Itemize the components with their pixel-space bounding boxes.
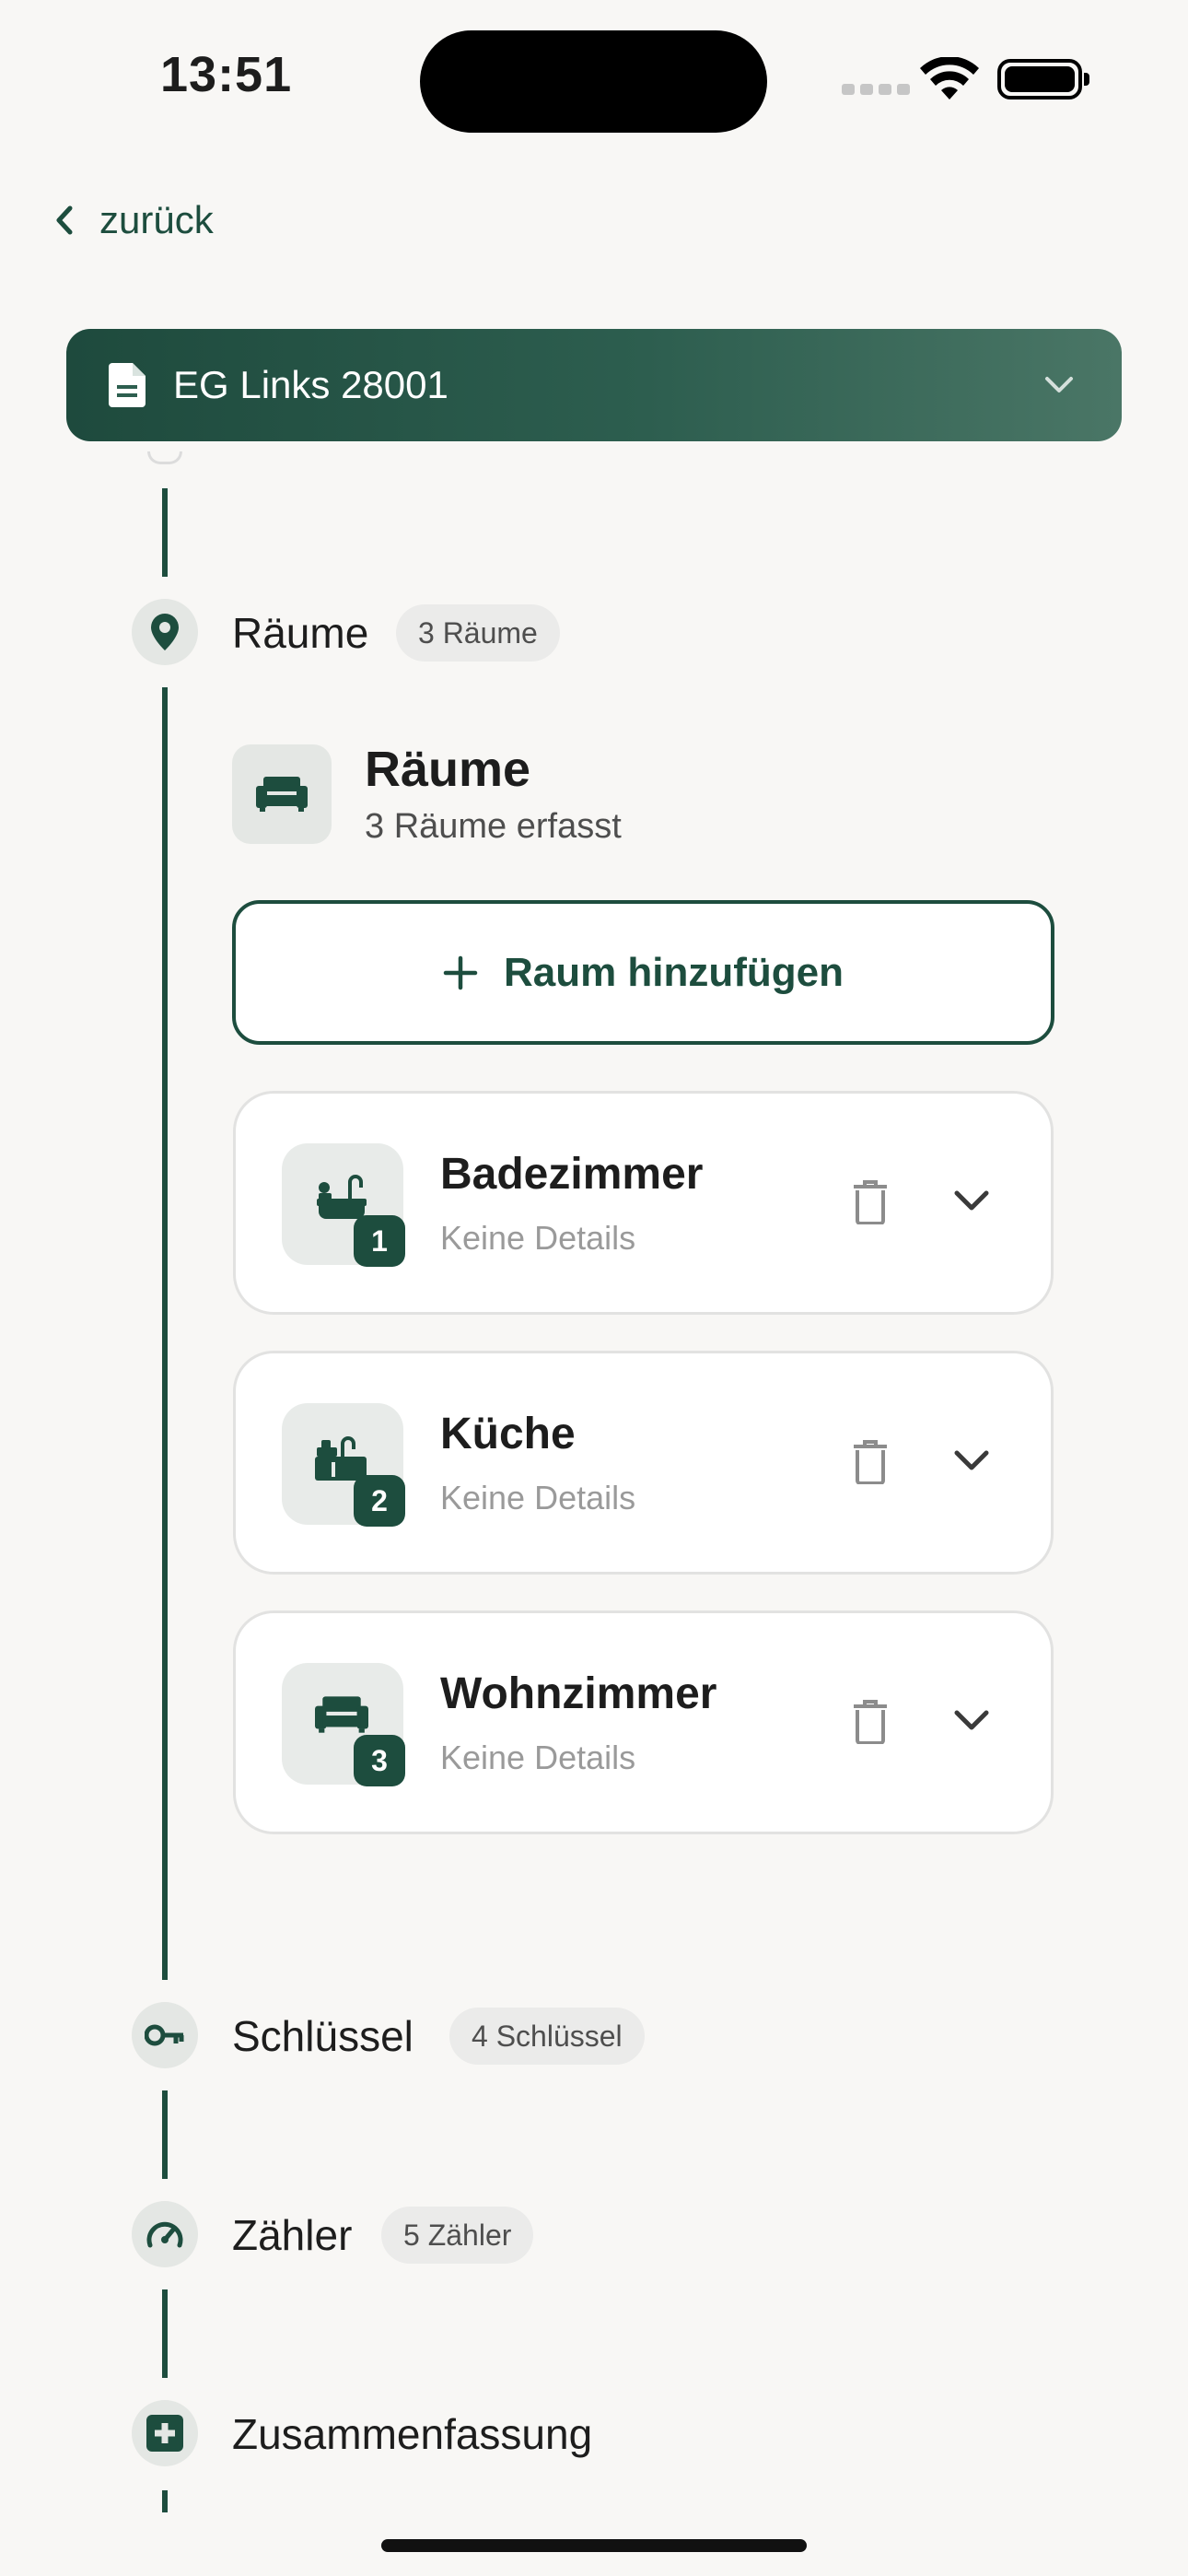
status-time: 13:51 xyxy=(160,47,293,102)
section-title: Räume xyxy=(365,742,531,797)
step-label-schluessel[interactable]: Schlüssel xyxy=(232,2011,413,2061)
home-indicator xyxy=(381,2539,807,2552)
room-detail: Keine Details xyxy=(440,1219,636,1257)
property-title: EG Links 28001 xyxy=(173,363,448,406)
gauge-icon xyxy=(132,2201,198,2267)
medical-plus-icon xyxy=(132,2400,198,2466)
plus-icon xyxy=(443,955,478,989)
step-label-raeume[interactable]: Räume xyxy=(232,608,368,658)
chevron-down-icon[interactable] xyxy=(954,1709,989,1731)
timeline-line xyxy=(162,2289,168,2378)
room-detail: Keine Details xyxy=(440,1479,636,1516)
section-subtitle: 3 Räume erfasst xyxy=(365,807,622,846)
step-label-zaehler[interactable]: Zähler xyxy=(232,2210,352,2260)
room-card[interactable]: 3 Wohnzimmer Keine Details xyxy=(233,1610,1054,1834)
step-label-zusammenfassung[interactable]: Zusammenfassung xyxy=(232,2409,592,2459)
sofa-icon: 3 xyxy=(282,1663,405,1786)
add-room-button[interactable]: Raum hinzufügen xyxy=(232,900,1054,1045)
room-name: Küche xyxy=(440,1410,576,1458)
room-number-badge: 3 xyxy=(354,1735,405,1786)
document-icon xyxy=(109,363,146,407)
step-badge-zaehler: 5 Zähler xyxy=(381,2207,534,2264)
kitchen-sink-icon: 2 xyxy=(282,1403,405,1527)
back-button[interactable]: zurück xyxy=(55,198,214,242)
trash-icon[interactable] xyxy=(853,1700,888,1744)
step-badge-schluessel: 4 Schlüssel xyxy=(449,2008,645,2065)
trash-icon[interactable] xyxy=(853,1180,888,1224)
sofa-icon xyxy=(232,744,332,844)
room-number-badge: 2 xyxy=(354,1475,405,1527)
location-pin-icon xyxy=(132,599,198,665)
trash-icon[interactable] xyxy=(853,1440,888,1484)
room-name: Wohnzimmer xyxy=(440,1669,717,1718)
timeline-stub xyxy=(147,451,182,464)
room-card[interactable]: 1 Badezimmer Keine Details xyxy=(233,1091,1054,1315)
room-number-badge: 1 xyxy=(354,1215,405,1267)
step-badge-raeume: 3 Räume xyxy=(396,604,560,662)
room-name: Badezimmer xyxy=(440,1150,704,1199)
property-selector[interactable]: EG Links 28001 xyxy=(66,329,1122,441)
chevron-left-icon xyxy=(56,205,73,235)
timeline-line xyxy=(162,2490,168,2512)
bathtub-icon: 1 xyxy=(282,1143,405,1267)
chevron-down-icon xyxy=(1045,377,1073,392)
cellular-signal-icon xyxy=(842,84,910,95)
battery-icon xyxy=(997,59,1089,100)
room-detail: Keine Details xyxy=(440,1739,636,1776)
chevron-down-icon[interactable] xyxy=(954,1189,989,1212)
add-room-label: Raum hinzufügen xyxy=(503,949,844,995)
dynamic-island xyxy=(420,30,767,133)
key-icon xyxy=(132,2002,198,2068)
chevron-down-icon[interactable] xyxy=(954,1449,989,1471)
back-label: zurück xyxy=(99,198,214,241)
timeline-line xyxy=(162,687,168,1980)
room-card[interactable]: 2 Küche Keine Details xyxy=(233,1351,1054,1575)
wifi-icon xyxy=(920,57,979,100)
timeline-line xyxy=(162,2090,168,2179)
timeline-line xyxy=(162,488,168,577)
